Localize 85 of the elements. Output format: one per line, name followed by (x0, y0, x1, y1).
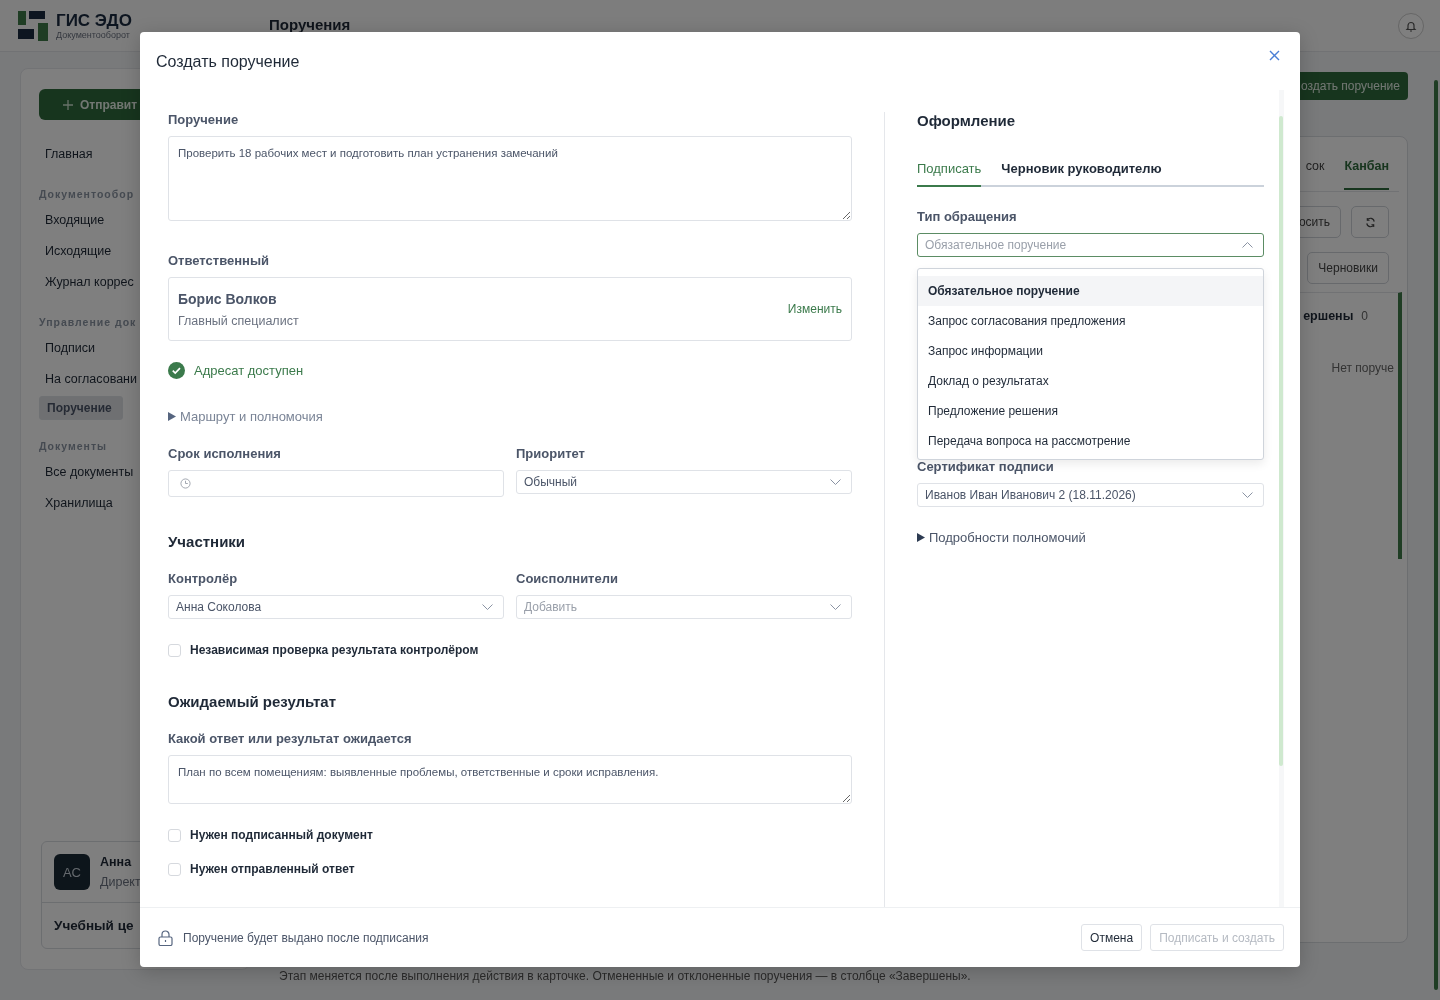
checkbox[interactable] (168, 862, 181, 876)
request-type-select[interactable]: Обязательное поручение (917, 233, 1264, 257)
tab[interactable]: Подписать (917, 161, 982, 187)
section-heading: Оформление (917, 112, 1017, 129)
triangle-icon (168, 412, 176, 421)
result-option-checkbox[interactable]: Нужен отправленный ответ (168, 862, 355, 876)
tab[interactable]: Черновик руководителю (1001, 161, 1162, 187)
field-label: Соисполнители (516, 571, 619, 586)
section-heading: Участники (168, 533, 247, 550)
nav-item[interactable]: Главная (39, 140, 99, 168)
nav-section-title: Документы (39, 440, 108, 452)
field-label: Какой ответ или результат ожидается (168, 731, 413, 746)
certificate-select[interactable]: Иванов Иван Иванович 2 (18.11.2026) (917, 483, 1264, 507)
refresh-icon (1364, 216, 1376, 228)
column-title: ершены (1303, 309, 1354, 323)
plus-icon (63, 99, 73, 110)
user-avatar: АС (54, 854, 90, 890)
authority-details-toggle[interactable]: Подробности полномочий (917, 530, 1086, 545)
assignment-field[interactable]: Проверить 18 рабочих мест и подготовить план устранения замечаний (168, 136, 852, 221)
availability-status: Адресат доступен (194, 363, 304, 378)
field-label: Приоритет (516, 446, 586, 461)
nav-item[interactable]: На согласовани (39, 365, 143, 393)
dialog-title: Создать поручение (156, 53, 300, 71)
chevron-down-icon (830, 604, 841, 610)
refresh-button[interactable] (1351, 206, 1389, 238)
nav-section-title: Управление док (39, 316, 137, 328)
user-name: Анна (100, 855, 133, 869)
dropdown-option[interactable]: Доклад о результатах (918, 366, 1263, 396)
chevron-down-icon (830, 479, 841, 485)
notifications-button[interactable] (1398, 12, 1424, 39)
nav-item[interactable]: Подписи (39, 334, 101, 362)
field-label: Срок исполнения (168, 446, 282, 461)
nav-section-title: Документообор (39, 188, 135, 200)
triangle-icon (917, 533, 925, 542)
chevron-down-icon (1242, 492, 1253, 498)
page-title: Поручения (269, 16, 351, 33)
dropdown-option[interactable]: Запрос информации (918, 336, 1263, 366)
view-tab[interactable]: Канбан (1344, 140, 1389, 190)
bell-icon (1405, 19, 1417, 32)
expected-result-field[interactable]: План по всем помещениям: выявленные проблемы, ответственные и сроки исправления. (168, 755, 852, 804)
person-position: Главный специалист (178, 313, 300, 328)
nav-item[interactable]: Все документы (39, 458, 140, 486)
nav-item[interactable]: Журнал коррес (39, 268, 140, 296)
field-label: Ответственный (168, 253, 270, 268)
board-footnote: Этап меняется после выполнения действия в карточке. Отмененные и отклоненные поручения — в столбце «Завершены». (279, 969, 972, 983)
checkbox[interactable] (168, 643, 181, 657)
controller-select[interactable]: Анна Соколова (168, 595, 504, 619)
person-name: Борис Волков (178, 290, 278, 307)
dropdown-option[interactable]: Предложение решения (918, 396, 1263, 426)
section-heading: Ожидаемый результат (168, 693, 338, 710)
dropdown-option[interactable]: Обязательное поручение (918, 276, 1263, 306)
empty-message: Нет поруче (1331, 361, 1395, 375)
organization-name: Учебный це (54, 918, 134, 933)
lock-icon (158, 929, 173, 946)
cancel-button[interactable]: Отмена (1081, 924, 1143, 951)
logo-title: ГИС ЭДО (56, 11, 132, 30)
change-link[interactable]: Изменить (787, 302, 842, 316)
nav-item[interactable]: Поручение (39, 396, 123, 420)
chevron-down-icon (482, 604, 493, 610)
coexecutors-select[interactable]: Добавить (516, 595, 852, 619)
nav-item[interactable]: Хранилища (39, 489, 119, 517)
deadline-field[interactable] (168, 470, 504, 497)
route-toggle[interactable]: Маршрут и полномочия (168, 409, 323, 424)
close-icon (1269, 49, 1280, 61)
nav-item[interactable]: Исходящие (39, 237, 118, 265)
nav-item[interactable]: Входящие (39, 206, 111, 234)
column-count: 0 (1361, 309, 1368, 323)
result-option-checkbox[interactable]: Нужен подписанный документ (168, 828, 373, 842)
logo-subtitle: Документооборот (56, 29, 131, 40)
independent-check-checkbox[interactable]: Независимая проверка результата контролёром (168, 643, 479, 657)
dropdown-option[interactable]: Запрос согласования предложения (918, 306, 1263, 336)
chevron-up-icon (1242, 242, 1253, 248)
priority-select[interactable]: Обычный (516, 470, 852, 494)
logo-icon (18, 10, 48, 41)
checkbox[interactable] (168, 828, 181, 842)
view-tab[interactable]: сок (1305, 140, 1325, 190)
drafts-filter-button[interactable]: Черновики (1307, 252, 1389, 284)
footer-note: Поручение будет выдано после подписания (183, 930, 429, 945)
clock-icon (180, 478, 191, 489)
field-label: Сертификат подписи (917, 459, 1055, 474)
user-role: Директ (100, 875, 141, 889)
field-label: Контролёр (168, 571, 239, 586)
scrollbar-thumb[interactable] (1279, 116, 1283, 766)
dropdown-option[interactable]: Передача вопроса на рассмотрение (918, 426, 1263, 456)
field-label: Тип обращения (917, 209, 1018, 224)
